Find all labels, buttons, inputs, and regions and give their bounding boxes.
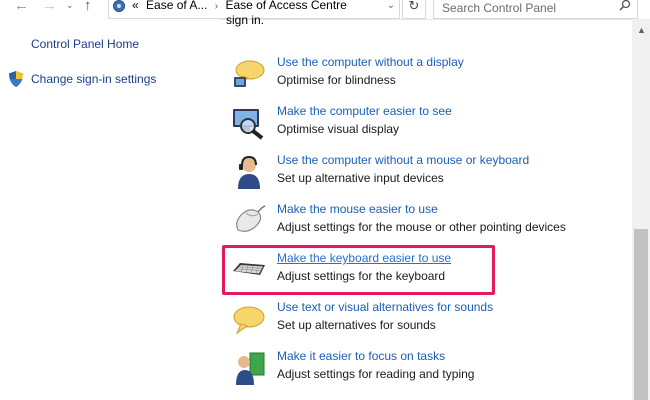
item-description: Optimise visual display [277,122,400,136]
item-description: Optimise for blindness [277,73,396,87]
left-pane: Control Panel Home Change sign-in settin… [0,19,220,400]
up-button[interactable]: ↑ [84,0,92,15]
intro-text: sign in. [226,12,626,28]
speech-bubble-icon [233,306,265,335]
vertical-scrollbar[interactable]: ▲ [632,19,650,400]
magnifier-icon [233,109,264,140]
address-dropdown-icon[interactable]: ⌄ [387,0,395,11]
scroll-up-arrow-icon[interactable]: ▲ [637,25,646,35]
breadcrumb-ease-of-access-centre[interactable]: Ease of Access Centre [225,0,346,12]
easier-to-focus-on-tasks-link[interactable]: Make it easier to focus on tasks [277,349,445,363]
make-computer-easier-to-see-link[interactable]: Make the computer easier to see [277,104,452,118]
item-description: Adjust settings for reading and typing [277,367,475,381]
use-without-mouse-or-keyboard-link[interactable]: Use the computer without a mouse or keyb… [277,153,529,167]
shield-icon [9,71,23,87]
control-panel-home-link[interactable]: Control Panel Home [31,37,139,51]
focus-user-icon [236,352,265,385]
mouse-icon [236,205,266,232]
item-description: Set up alternative input devices [277,171,444,185]
search-icon[interactable] [619,0,631,11]
list-item: Use the computer without a mouse or keyb… [232,153,612,193]
control-panel-icon [113,0,125,12]
breadcrumb: « Ease of A... › Ease of Access Centre [132,0,347,12]
item-description: Set up alternatives for sounds [277,318,436,332]
headset-user-icon [238,155,260,189]
breadcrumb-overflow[interactable]: « [132,0,139,12]
breadcrumb-separator[interactable]: › [211,1,222,12]
forward-button[interactable]: → [42,0,57,15]
breadcrumb-ease-of-access[interactable]: Ease of A... [142,0,207,12]
list-item: Use text or visual alternatives for soun… [232,300,612,340]
use-without-display-link[interactable]: Use the computer without a display [277,55,464,69]
text-or-visual-alternatives-link[interactable]: Use text or visual alternatives for soun… [277,300,493,314]
scrollbar-thumb[interactable] [634,229,648,400]
back-button[interactable]: ← [14,0,29,15]
recent-locations-dropdown[interactable]: ⌄ [66,0,74,13]
make-mouse-easier-to-use-link[interactable]: Make the mouse easier to use [277,202,438,216]
change-sign-in-settings-link[interactable]: Change sign-in settings [31,72,156,86]
highlight-box [222,245,495,295]
list-item: Make the mouse easier to use Adjust sett… [232,202,612,242]
intro-text-tail: sign in. [226,13,265,27]
list-item: Make the computer easier to see Optimise… [232,104,612,144]
speech-bubble-icon [234,60,265,87]
list-item: Use the computer without a display Optim… [232,55,612,95]
list-item: Make it easier to focus on tasks Adjust … [232,349,612,389]
item-description: Adjust settings for the mouse or other p… [277,220,566,234]
